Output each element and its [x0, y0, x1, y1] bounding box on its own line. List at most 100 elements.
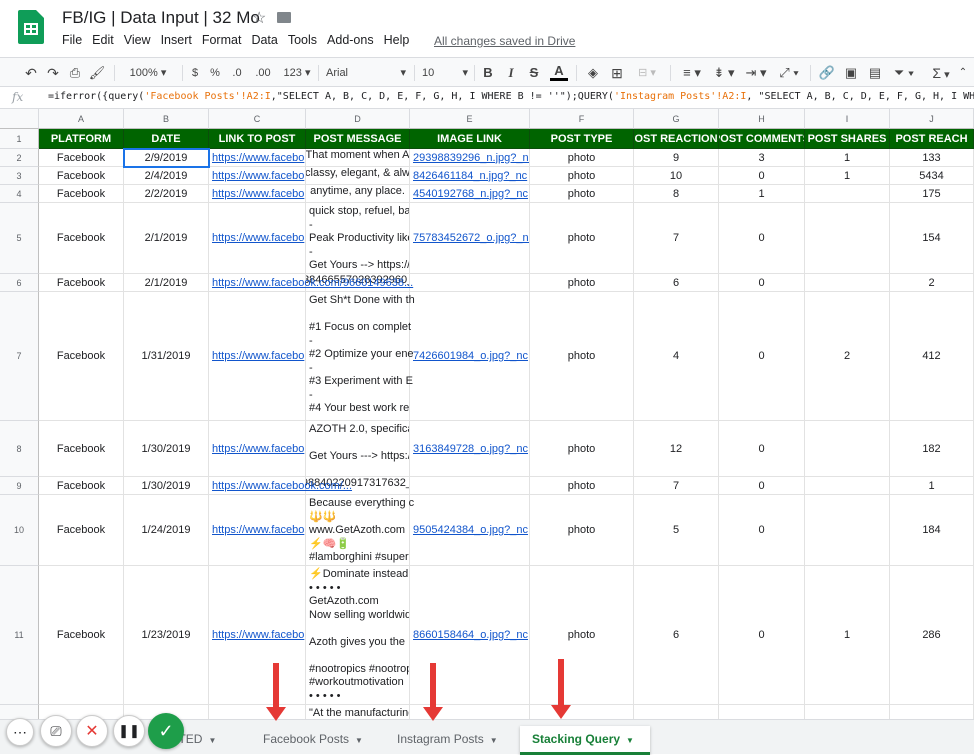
cell-message[interactable]: That moment when A — [306, 149, 410, 167]
cell-date[interactable]: 2/1/2019 — [124, 203, 209, 274]
document-title[interactable]: FB/IG | Data Input | 32 Mo — [62, 8, 260, 28]
cell-comments[interactable] — [719, 705, 805, 719]
cell-type[interactable]: photo — [530, 477, 634, 495]
menu-format[interactable]: Format — [202, 33, 242, 47]
cell-comments[interactable]: 1 — [719, 185, 805, 203]
bold-button[interactable]: B — [480, 63, 496, 83]
cell-shares[interactable]: 1 — [805, 149, 890, 167]
cell-shares[interactable] — [805, 185, 890, 203]
cell-reach[interactable]: 1 — [890, 477, 974, 495]
cell-reach[interactable]: 175 — [890, 185, 974, 203]
cell-date[interactable]: 2/9/2019 — [124, 149, 209, 167]
cell-reactions[interactable]: 5 — [634, 495, 719, 566]
cell-platform[interactable]: Facebook — [39, 274, 124, 292]
cell-type[interactable]: photo — [530, 566, 634, 705]
menu-addons[interactable]: Add-ons — [327, 33, 374, 47]
borders-icon[interactable]: ⊞ — [608, 63, 626, 83]
cell-link[interactable]: https://www.facebo — [209, 149, 306, 167]
cell-date[interactable]: 2/1/2019 — [124, 274, 209, 292]
cell-link[interactable]: https://www.facebook.com/... — [209, 477, 352, 495]
cell-reactions[interactable]: 9 — [634, 149, 719, 167]
header-cell-reach[interactable]: POST REACH — [890, 129, 974, 149]
cell-date[interactable]: 2/4/2019 — [124, 167, 209, 185]
text-rotation-icon[interactable]: ⤢ ▾ — [774, 63, 804, 83]
cell-comments[interactable]: 0 — [719, 566, 805, 705]
insert-link-icon[interactable]: 🔗 — [818, 63, 836, 83]
sheet-tab-facebook-posts[interactable]: Facebook Posts ▼ — [251, 726, 375, 755]
cell-reach[interactable] — [890, 705, 974, 719]
cell-image-link[interactable]: 4540192768_n.jpg?_nc — [410, 185, 530, 203]
cell-type[interactable]: photo — [530, 421, 634, 477]
column-header-a[interactable]: A — [39, 109, 124, 129]
sheet-tab-instagram-posts[interactable]: Instagram Posts ▼ — [385, 726, 510, 755]
cell-type[interactable]: photo — [530, 495, 634, 566]
print-icon[interactable]: ⎙ — [66, 63, 84, 83]
menu-help[interactable]: Help — [384, 33, 410, 47]
cell-platform[interactable]: Facebook — [39, 566, 124, 705]
cell-shares[interactable]: 2 — [805, 292, 890, 421]
cell-date[interactable]: 1/30/2019 — [124, 477, 209, 495]
cell-message[interactable]: ⚡Dominate instead • • • • • GetAzoth.com No… — [306, 566, 410, 705]
undo-icon[interactable]: ↶ — [22, 63, 40, 83]
collapse-toolbar-icon[interactable]: ⌃ — [956, 63, 970, 83]
cell-reactions[interactable]: 8 — [634, 185, 719, 203]
header-cell-platform[interactable]: PLATFORM — [39, 129, 124, 149]
filter-icon[interactable]: ⏷ ▾ — [890, 63, 918, 83]
cell-reactions[interactable] — [634, 705, 719, 719]
header-cell-shares[interactable]: POST SHARES — [805, 129, 890, 149]
cell-type[interactable]: photo — [530, 274, 634, 292]
cell-date[interactable]: 1/23/2019 — [124, 566, 209, 705]
cell-platform[interactable]: Facebook — [39, 149, 124, 167]
formula-bar[interactable]: fx =iferror({query('Facebook Posts'!A2:I… — [0, 87, 974, 109]
cell-comments[interactable]: 0 — [719, 274, 805, 292]
row-header[interactable]: 3 — [0, 167, 39, 185]
menu-insert[interactable]: Insert — [161, 33, 192, 47]
cell-date[interactable]: 1/30/2019 — [124, 421, 209, 477]
cell-shares[interactable] — [805, 495, 890, 566]
cell-message[interactable]: Because everything c 🔱🔱 www.GetAzoth.com ⚡🧠… — [306, 495, 414, 566]
column-header-e[interactable]: E — [410, 109, 530, 129]
paint-format-icon[interactable]: 🖌 — [88, 63, 106, 83]
more-formats-button[interactable]: 123 ▾ — [280, 63, 314, 83]
row-header[interactable]: 4 — [0, 185, 39, 203]
cell-reactions[interactable]: 6 — [634, 274, 719, 292]
row-header[interactable]: 7 — [0, 292, 39, 421]
cell-shares[interactable] — [805, 705, 890, 719]
cell-reach[interactable]: 184 — [890, 495, 974, 566]
cell-platform[interactable]: Facebook — [39, 203, 124, 274]
cell-reach[interactable]: 286 — [890, 566, 974, 705]
cell-image-link[interactable]: 9505424384_o.jpg?_nc — [410, 495, 530, 566]
header-cell-image-link[interactable]: IMAGE LINK — [410, 129, 530, 149]
cell-platform[interactable]: Facebook — [39, 477, 124, 495]
menu-edit[interactable]: Edit — [92, 33, 114, 47]
cell-message[interactable]: quick stop, refuel, ba - Peak Productivity… — [306, 203, 410, 274]
text-wrap-icon[interactable]: ⇥ ▾ — [742, 63, 770, 83]
strikethrough-button[interactable]: S — [526, 63, 542, 83]
cell-message[interactable]: anytime, any place. — [306, 185, 410, 203]
header-cell-reactions[interactable]: POST REACTIONS — [634, 129, 719, 149]
insert-chart-icon[interactable]: ▤ — [866, 63, 884, 83]
column-header-h[interactable]: H — [719, 109, 805, 129]
cell-comments[interactable]: 0 — [719, 203, 805, 274]
camera-icon[interactable]: ⎚ — [40, 715, 72, 747]
cell-shares[interactable]: 1 — [805, 167, 890, 185]
row-header[interactable]: 12 — [0, 705, 39, 719]
cell-comments[interactable]: 0 — [719, 292, 805, 421]
currency-button[interactable]: $ — [188, 63, 202, 83]
functions-button[interactable]: Σ ▾ — [926, 63, 956, 83]
percent-button[interactable]: % — [208, 63, 222, 83]
redo-icon[interactable]: ↷ — [44, 63, 62, 83]
cell-reach[interactable]: 133 — [890, 149, 974, 167]
row-header[interactable]: 8 — [0, 421, 39, 477]
cell-image-link[interactable]: 7426601984_o.jpg?_nc — [410, 292, 530, 421]
spreadsheet-grid[interactable]: A B C D E F G H I J 1 PLATFORM DATE LINK TO POST POST … — [0, 109, 974, 719]
cell-reach[interactable]: 2 — [890, 274, 974, 292]
cell-type[interactable]: photo — [530, 185, 634, 203]
cell-link[interactable]: https://www.facebo — [209, 495, 306, 566]
row-header[interactable]: 9 — [0, 477, 39, 495]
cell-comments[interactable]: 0 — [719, 421, 805, 477]
cell-link[interactable]: https://www.facebo — [209, 292, 306, 421]
vertical-align-icon[interactable]: ⇟ ▾ — [710, 63, 738, 83]
cell-reach[interactable]: 154 — [890, 203, 974, 274]
cell-type[interactable]: photo — [530, 167, 634, 185]
